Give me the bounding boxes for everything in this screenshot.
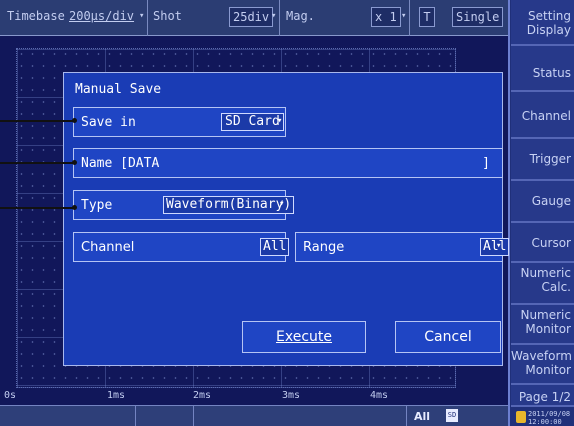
timebase-value[interactable]: 200μs/div bbox=[66, 7, 137, 27]
divider bbox=[147, 0, 148, 36]
side-button-cursor[interactable]: Cursor bbox=[511, 223, 574, 263]
side-button-label: Page 1/2 bbox=[518, 390, 571, 404]
type-select[interactable]: Waveform(Binary) bbox=[163, 196, 295, 214]
side-button-label: Monitor bbox=[525, 363, 571, 377]
clock-area: 2011/09/08 12:00:00 bbox=[510, 408, 574, 426]
save-in-select[interactable]: SD Card bbox=[221, 113, 284, 131]
channel-all-indicator: All bbox=[414, 410, 431, 423]
divider bbox=[279, 0, 280, 36]
side-button-waveform-monitor[interactable]: Waveform Monitor bbox=[511, 345, 574, 385]
type-label: Type bbox=[81, 198, 113, 213]
time-axis-label: 1ms bbox=[107, 390, 126, 401]
range-field[interactable]: Range All ▾ bbox=[295, 232, 510, 262]
time-value: 12:00:00 bbox=[528, 418, 562, 426]
side-button-channel[interactable]: Channel bbox=[511, 92, 574, 139]
execute-button[interactable]: Execute bbox=[242, 321, 366, 353]
execute-button-label: Execute bbox=[276, 329, 332, 345]
mode-value[interactable]: Single bbox=[452, 7, 504, 27]
callout-dot bbox=[72, 160, 77, 165]
chevron-down-icon[interactable]: ▾ bbox=[277, 116, 282, 126]
top-status-bar: Timebase 200μs/div ▾ Shot 25div ▾ Mag. x… bbox=[0, 0, 508, 36]
mag-label: Mag. bbox=[286, 9, 315, 23]
side-button-gauge[interactable]: Gauge bbox=[511, 181, 574, 223]
type-field[interactable]: Type Waveform(Binary) ▾ bbox=[73, 190, 295, 220]
manual-save-dialog: Manual Save Save in SD Card ▾ Name [DATA… bbox=[63, 72, 510, 366]
side-menu: Setting Display Status Channel Trigger G… bbox=[508, 0, 574, 426]
mag-dropdown-icon[interactable]: ▾ bbox=[401, 11, 406, 21]
range-label: Range bbox=[303, 240, 345, 255]
callout-line bbox=[0, 207, 75, 209]
side-button-label: Waveform bbox=[511, 349, 572, 363]
side-button-label: Gauge bbox=[531, 194, 571, 208]
bottom-status-bar bbox=[0, 405, 508, 426]
side-button-label: Setting bbox=[528, 9, 571, 23]
callout-line bbox=[0, 162, 75, 164]
side-button-label: Numeric bbox=[520, 308, 571, 322]
mag-value[interactable]: x 1 bbox=[371, 7, 401, 27]
side-button-label: Trigger bbox=[529, 152, 571, 166]
divider bbox=[135, 405, 136, 426]
side-button-numeric-monitor[interactable]: Numeric Monitor bbox=[511, 305, 574, 345]
side-button-label: Cursor bbox=[531, 236, 571, 250]
instrument-screen: Timebase 200μs/div ▾ Shot 25div ▾ Mag. x… bbox=[0, 0, 574, 426]
side-button-label: Monitor bbox=[525, 322, 571, 336]
shot-dropdown-icon[interactable]: ▾ bbox=[271, 11, 276, 21]
divider bbox=[406, 405, 407, 426]
sd-card-icon: SD bbox=[446, 409, 458, 422]
side-button-numeric-calc[interactable]: Numeric Calc. bbox=[511, 263, 574, 305]
time-axis-label: 0s bbox=[4, 390, 17, 401]
time-axis-label: 2ms bbox=[193, 390, 212, 401]
side-button-label: Channel bbox=[521, 109, 571, 123]
chevron-down-icon[interactable]: ▾ bbox=[279, 199, 284, 209]
name-label: Name [DATA bbox=[81, 156, 160, 171]
divider bbox=[193, 405, 194, 426]
shot-label: Shot bbox=[153, 9, 182, 23]
shot-value[interactable]: 25div bbox=[229, 7, 274, 27]
side-button-page[interactable]: Page 1/2 bbox=[511, 385, 574, 407]
timebase-label: Timebase bbox=[7, 9, 65, 23]
callout-dot bbox=[72, 205, 77, 210]
dialog-title: Manual Save bbox=[75, 82, 162, 97]
channel-label: Channel bbox=[81, 240, 135, 255]
name-field[interactable]: Name [DATA ] bbox=[73, 148, 503, 178]
side-button-trigger[interactable]: Trigger bbox=[511, 139, 574, 181]
side-button-status[interactable]: Status bbox=[511, 46, 574, 92]
save-in-field[interactable]: Save in SD Card ▾ bbox=[73, 107, 286, 137]
timebase-dropdown-icon[interactable]: ▾ bbox=[139, 11, 144, 21]
channel-select[interactable]: All bbox=[260, 238, 290, 256]
date-text: 2011/09/08 12:00:00 bbox=[528, 410, 570, 426]
folder-icon bbox=[516, 411, 526, 423]
side-button-label: Status bbox=[532, 66, 571, 80]
callout-line bbox=[0, 120, 75, 122]
save-in-label: Save in bbox=[81, 115, 136, 130]
side-button-label: Display bbox=[526, 23, 571, 37]
trigger-icon[interactable]: T bbox=[419, 7, 435, 27]
divider bbox=[409, 0, 410, 36]
side-button-label: Calc. bbox=[541, 280, 571, 294]
side-button-setting-display[interactable]: Setting Display bbox=[511, 0, 574, 46]
time-axis-label: 4ms bbox=[370, 390, 389, 401]
range-select[interactable]: All bbox=[480, 238, 510, 256]
time-axis-label: 3ms bbox=[282, 390, 301, 401]
chevron-down-icon[interactable]: ▾ bbox=[496, 241, 501, 251]
name-field-bracket: ] bbox=[482, 156, 490, 171]
callout-dot bbox=[72, 118, 77, 123]
cancel-button[interactable]: Cancel bbox=[395, 321, 501, 353]
side-button-label: Numeric bbox=[520, 266, 571, 280]
date-value: 2011/09/08 bbox=[528, 410, 571, 418]
channel-field[interactable]: Channel All bbox=[73, 232, 290, 262]
